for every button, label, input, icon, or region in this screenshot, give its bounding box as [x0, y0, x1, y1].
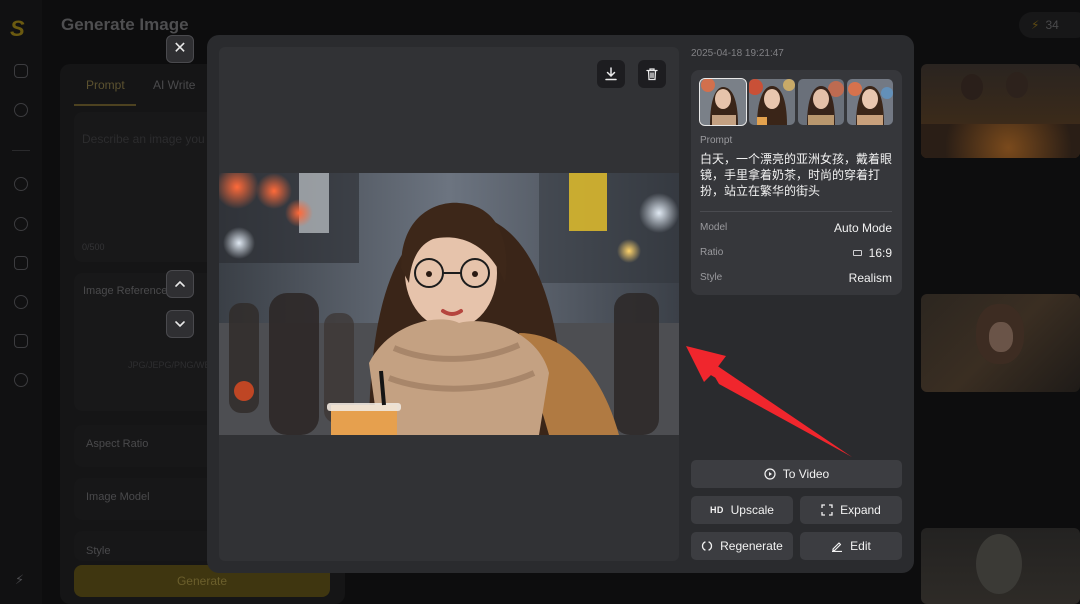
play-circle-icon — [764, 468, 776, 480]
play-icon[interactable] — [14, 177, 28, 191]
thumbnail-3[interactable] — [798, 79, 844, 125]
aspect-ratio-label: Aspect Ratio — [86, 438, 149, 450]
generated-image — [219, 173, 679, 435]
to-video-button[interactable]: To Video — [691, 460, 902, 488]
prompt-text: 白天，一个漂亮的亚洲女孩，戴着眼镜，手里拿着奶茶，时尚的穿着打扮，站立在繁华的街… — [700, 152, 893, 198]
tab-ai-write[interactable]: AI Write — [153, 78, 195, 92]
download-button[interactable] — [597, 60, 625, 88]
ratio-icon — [852, 250, 862, 256]
edit-label: Edit — [850, 539, 871, 553]
thumbnail-image — [749, 79, 795, 125]
image-model-label: Image Model — [86, 491, 150, 503]
effects-icon[interactable] — [14, 217, 28, 231]
expand-label: Expand — [840, 503, 881, 517]
model-key: Model — [700, 222, 728, 233]
chevron-down-icon — [175, 321, 185, 328]
gallery-image[interactable] — [921, 528, 1080, 604]
gallery-face — [989, 322, 1013, 352]
chevron-up-icon — [175, 280, 185, 287]
edit-button[interactable]: Edit — [800, 532, 902, 560]
upscale-button[interactable]: HD Upscale — [691, 496, 793, 524]
model-value: Auto Mode — [833, 221, 892, 235]
thumbnail-image — [798, 79, 844, 125]
credits-count: 34 — [1045, 18, 1059, 32]
lips-icon[interactable] — [14, 295, 28, 309]
style-label: Style — [86, 545, 111, 557]
bolt-icon: ⚡ — [1031, 18, 1040, 32]
gallery-fire — [921, 124, 1080, 158]
expand-button[interactable]: Expand — [800, 496, 902, 524]
gallery-creature — [976, 534, 1022, 594]
upscale-label: Upscale — [730, 503, 774, 517]
delete-button[interactable] — [638, 60, 666, 88]
user-icon[interactable] — [14, 103, 28, 117]
generated-image-illustration — [219, 173, 679, 435]
trash-icon — [646, 68, 658, 81]
rail-divider — [12, 150, 30, 151]
bolt-icon[interactable]: ⚡ — [15, 572, 24, 588]
download-icon — [605, 67, 617, 81]
next-button[interactable] — [166, 310, 194, 338]
gallery-image[interactable] — [921, 64, 1080, 158]
active-tab-indicator — [74, 104, 136, 106]
gallery-figure — [961, 74, 983, 100]
info-divider — [700, 211, 892, 212]
app-logo: S — [10, 16, 25, 41]
regenerate-label: Regenerate — [720, 539, 783, 553]
regenerate-icon — [701, 541, 713, 551]
style-value: Realism — [848, 271, 892, 285]
left-rail: S ⚡ — [0, 0, 42, 604]
regenerate-button[interactable]: Regenerate — [691, 532, 793, 560]
previous-button[interactable] — [166, 270, 194, 298]
gallery-figure — [1006, 72, 1028, 98]
edit-icon — [832, 542, 843, 552]
video-icon[interactable] — [14, 334, 28, 348]
close-button[interactable]: ✕ — [166, 35, 194, 63]
thumbnail-1[interactable] — [699, 78, 747, 126]
char-count: 0/500 — [82, 242, 105, 252]
page-title: Generate Image — [61, 15, 189, 34]
prompt-label: Prompt — [700, 135, 733, 146]
ratio-key: Ratio — [700, 247, 724, 258]
hd-icon: HD — [710, 505, 724, 515]
thumbnail-4[interactable] — [847, 79, 893, 125]
ratio-value-wrap: 16:9 — [852, 246, 892, 260]
timestamp: 2025-04-18 19:21:47 — [691, 48, 784, 59]
tab-prompt[interactable]: Prompt — [86, 78, 125, 92]
home-icon[interactable] — [14, 64, 28, 78]
expand-icon — [821, 504, 833, 516]
style-key: Style — [700, 272, 723, 283]
to-video-label: To Video — [782, 467, 830, 481]
image-icon[interactable] — [14, 256, 28, 270]
image-reference-label: Image Reference — [83, 285, 168, 297]
gallery-image[interactable] — [921, 294, 1080, 392]
thumbnail-image — [700, 79, 746, 125]
tools-icon[interactable] — [14, 373, 28, 387]
credits-badge[interactable]: ⚡ 34 — [1019, 12, 1080, 38]
thumbnail-image — [847, 79, 893, 125]
thumbnail-2[interactable] — [749, 79, 795, 125]
ratio-value: 16:9 — [868, 246, 892, 260]
